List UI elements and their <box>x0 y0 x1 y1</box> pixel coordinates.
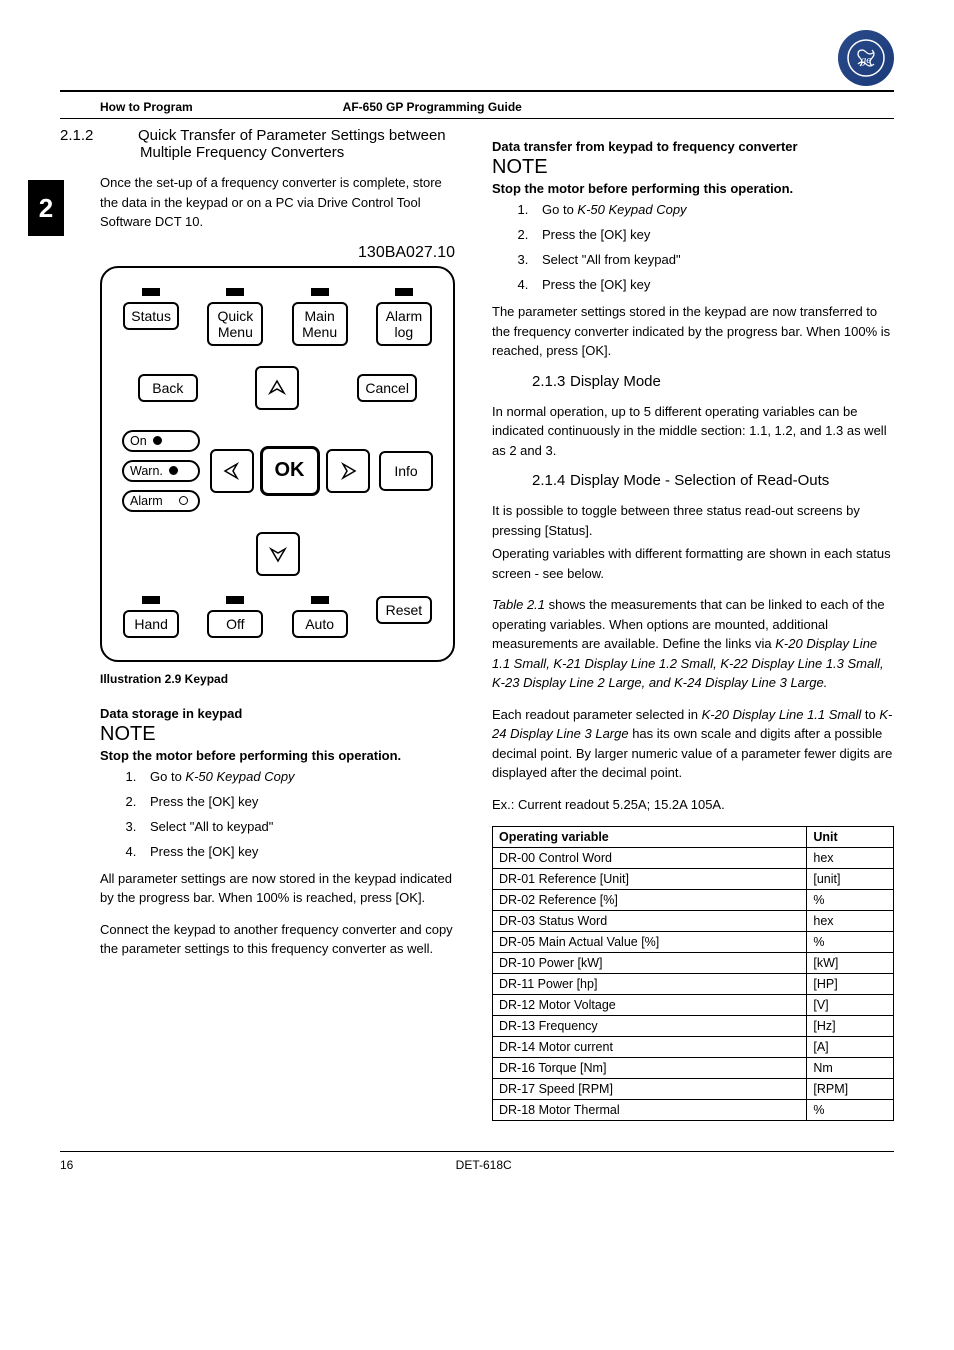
table-row: DR-03 Status Wordhex <box>493 911 894 932</box>
led-alarm: Alarm <box>122 490 200 512</box>
back-button[interactable]: Back <box>138 374 198 402</box>
table-row: DR-00 Control Wordhex <box>493 848 894 869</box>
table-row: DR-05 Main Actual Value [%]% <box>493 932 894 953</box>
list-item: Select "All from keypad" <box>532 252 894 267</box>
page-footer: 16 DET-618C <box>60 1151 894 1172</box>
storage-p2: Connect the keypad to another frequency … <box>100 920 462 959</box>
led-on: On <box>122 430 200 452</box>
table-row: DR-01 Reference [Unit][unit] <box>493 869 894 890</box>
stop-motor-warning-2: Stop the motor before performing this op… <box>492 181 894 196</box>
para-214-4: Each readout parameter selected in K-20 … <box>492 705 894 783</box>
transfer-heading: Data transfer from keypad to frequency c… <box>492 139 894 154</box>
header-section: How to Program <box>100 100 193 114</box>
para-214-1: It is possible to toggle between three s… <box>492 501 894 540</box>
list-item: Press the [OK] key <box>140 844 462 859</box>
table-row: DR-13 Frequency[Hz] <box>493 1016 894 1037</box>
table-row: DR-02 Reference [%]% <box>493 890 894 911</box>
stop-motor-warning: Stop the motor before performing this op… <box>100 748 462 763</box>
para-214-3: Table 2.1 shows the measurements that ca… <box>492 595 894 693</box>
table-row: DR-12 Motor Voltage[V] <box>493 995 894 1016</box>
off-button[interactable]: Off <box>207 610 263 638</box>
storage-p1: All parameter settings are now stored in… <box>100 869 462 908</box>
main-menu-button[interactable]: MainMenu <box>292 302 348 346</box>
para-214-2: Operating variables with different forma… <box>492 544 894 583</box>
note-label-2: NOTE <box>492 156 894 179</box>
doc-id: DET-618C <box>456 1158 512 1172</box>
chapter-tab: 2 <box>28 180 64 236</box>
keypad-figure: 130BA027.10 Status QuickMenu MainMenu Al… <box>100 244 455 662</box>
reset-button[interactable]: Reset <box>376 596 432 624</box>
para-213-1: In normal operation, up to 5 different o… <box>492 402 894 461</box>
list-item: Select "All to keypad" <box>140 819 462 834</box>
para-212-1: Once the set-up of a frequency converter… <box>100 173 462 232</box>
list-item: Go to K-50 Keypad Copy <box>532 202 894 217</box>
page-number: 16 <box>60 1158 73 1172</box>
list-item: Press the [OK] key <box>140 794 462 809</box>
table-row: DR-14 Motor current[A] <box>493 1037 894 1058</box>
table-header: Unit <box>807 827 894 848</box>
left-arrow-button[interactable] <box>210 449 254 493</box>
down-arrow-button[interactable] <box>256 532 300 576</box>
table-header: Operating variable <box>493 827 807 848</box>
table-row: DR-11 Power [hp][HP] <box>493 974 894 995</box>
operating-variable-table: Operating variable Unit DR-00 Control Wo… <box>492 826 894 1121</box>
ge-logo: ge <box>838 30 894 86</box>
storage-steps: Go to K-50 Keypad Copy Press the [OK] ke… <box>140 769 462 859</box>
list-item: Go to K-50 Keypad Copy <box>140 769 462 784</box>
alarm-log-button[interactable]: Alarmlog <box>376 302 432 346</box>
hand-button[interactable]: Hand <box>123 610 179 638</box>
heading-2-1-3: 2.1.3Display Mode <box>492 373 894 390</box>
ok-button[interactable]: OK <box>260 446 320 496</box>
svg-text:ge: ge <box>861 54 872 66</box>
heading-2-1-4: 2.1.4Display Mode - Selection of Read-Ou… <box>492 472 894 489</box>
figure-label: 130BA027.10 <box>100 244 455 262</box>
para-214-5: Ex.: Current readout 5.25A; 15.2A 105A. <box>492 795 894 815</box>
list-item: Press the [OK] key <box>532 227 894 242</box>
figure-caption: Illustration 2.9 Keypad <box>100 672 462 686</box>
right-arrow-button[interactable] <box>326 449 370 493</box>
cancel-button[interactable]: Cancel <box>357 374 417 402</box>
table-row: DR-16 Torque [Nm]Nm <box>493 1058 894 1079</box>
info-button[interactable]: Info <box>379 451 433 491</box>
led-warn: Warn. <box>122 460 200 482</box>
transfer-steps: Go to K-50 Keypad Copy Press the [OK] ke… <box>532 202 894 292</box>
page-header: How to Program AF-650 GP Programming Gui… <box>60 92 894 118</box>
table-row: DR-18 Motor Thermal% <box>493 1100 894 1121</box>
rule-thin <box>60 118 894 119</box>
list-item: Press the [OK] key <box>532 277 894 292</box>
transfer-p1: The parameter settings stored in the key… <box>492 302 894 361</box>
status-button[interactable]: Status <box>123 302 179 330</box>
table-row: DR-10 Power [kW][kW] <box>493 953 894 974</box>
storage-heading: Data storage in keypad <box>100 706 462 721</box>
auto-button[interactable]: Auto <box>292 610 348 638</box>
quick-menu-button[interactable]: QuickMenu <box>207 302 263 346</box>
heading-2-1-2: 2.1.2Quick Transfer of Parameter Setting… <box>100 127 462 161</box>
header-title: AF-650 GP Programming Guide <box>343 100 522 114</box>
table-row: DR-17 Speed [RPM][RPM] <box>493 1079 894 1100</box>
up-arrow-button[interactable] <box>255 366 299 410</box>
note-label: NOTE <box>100 723 462 746</box>
